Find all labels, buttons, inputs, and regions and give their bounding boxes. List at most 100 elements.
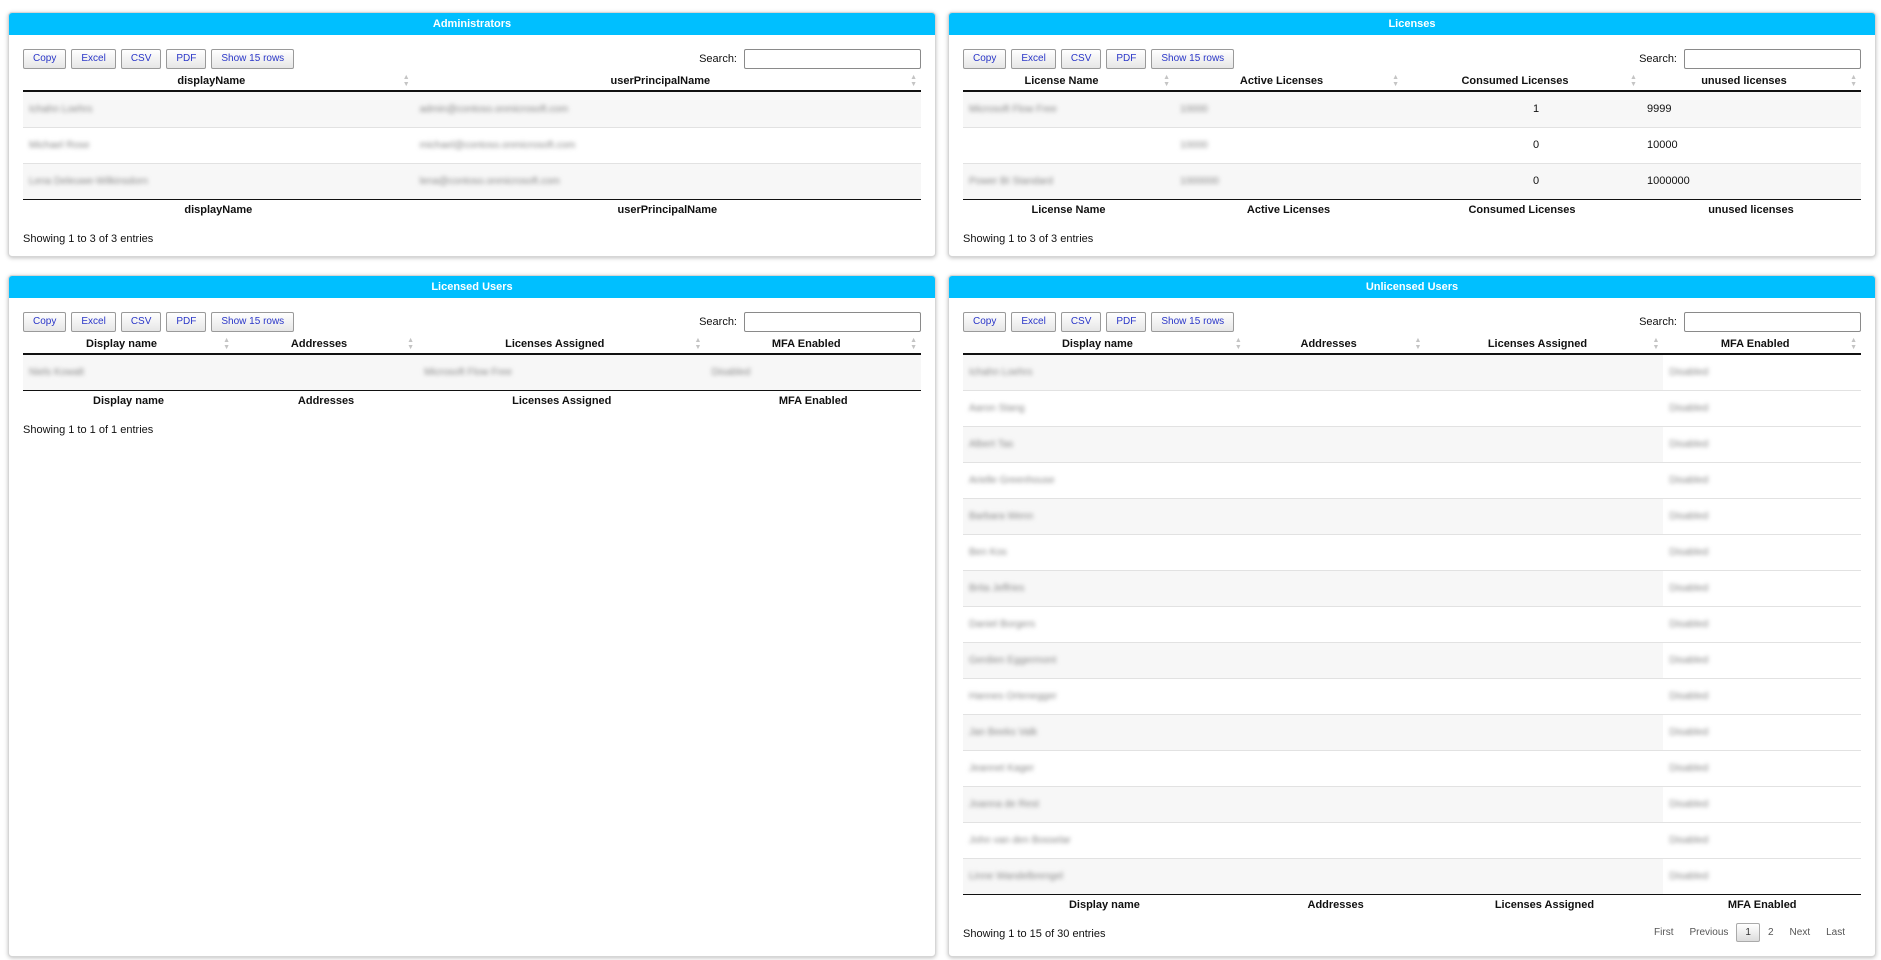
cell-unused-licenses: 10000: [1646, 139, 1678, 151]
column-header[interactable]: Licenses Assigned ▲ ▼: [418, 334, 706, 355]
search-input[interactable]: [744, 49, 921, 69]
csv-button[interactable]: CSV: [1060, 312, 1102, 332]
column-header-label: License Name: [1024, 74, 1099, 87]
sort-icon: ▲ ▼: [407, 337, 415, 351]
search-box: Search:: [699, 49, 921, 69]
first-page-button[interactable]: First: [1646, 924, 1681, 941]
table-row: Power BI Standard 1000000 0 1000000: [963, 162, 1861, 199]
column-header[interactable]: Addresses ▲ ▼: [1245, 334, 1426, 355]
cell-mfa-enabled: Disabled: [1669, 655, 1709, 666]
column-footer: userPrincipalName: [413, 198, 921, 221]
column-header[interactable]: displayName ▲ ▼: [23, 71, 414, 92]
licenses-panel: Licenses Copy Excel CSV PDF Show 15 rows Sea…: [948, 12, 1876, 257]
show-rows-button[interactable]: Show 15 rows: [1151, 49, 1235, 69]
sort-icon: ▲ ▼: [1234, 337, 1242, 351]
excel-button[interactable]: Excel: [1011, 312, 1056, 332]
search-box: Search:: [699, 312, 921, 332]
export-toolbar: Copy Excel CSV PDF Show 15 rows Search:: [23, 49, 921, 69]
table-row: Hannes Ortenegger Disabled: [963, 677, 1861, 714]
previous-page-button[interactable]: Previous: [1682, 924, 1737, 941]
cell-mfa-enabled: Disabled: [1669, 583, 1709, 594]
column-header[interactable]: Active Licenses ▲ ▼: [1174, 71, 1403, 92]
column-footer: MFA Enabled: [705, 389, 921, 412]
copy-button[interactable]: Copy: [963, 312, 1007, 332]
licenses-table: License Name ▲ ▼ Active Licenses ▲ ▼ Consume…: [963, 71, 1861, 221]
cell-display-name: Ichahn Loehrs: [29, 104, 93, 116]
column-header[interactable]: License Name ▲ ▼: [963, 71, 1175, 92]
cell-display-name: Niels Kowalt: [29, 367, 85, 379]
column-header-label: Consumed Licenses: [1461, 74, 1569, 87]
show-rows-button[interactable]: Show 15 rows: [211, 49, 295, 69]
cell-display-name: Jeannet Kager: [969, 763, 1035, 774]
column-header[interactable]: Addresses ▲ ▼: [234, 334, 419, 355]
column-header-label: MFA Enabled: [771, 337, 841, 350]
pdf-button[interactable]: PDF: [166, 49, 207, 69]
search-label: Search:: [1639, 53, 1677, 65]
cell-mfa-enabled: Disabled: [1669, 835, 1709, 846]
column-header[interactable]: Licenses Assigned ▲ ▼: [1425, 334, 1664, 355]
column-header[interactable]: MFA Enabled ▲ ▼: [1663, 334, 1861, 355]
table-info: Showing 1 to 3 of 3 entries: [963, 233, 1094, 245]
column-footer: displayName: [23, 198, 414, 221]
column-header[interactable]: Display name ▲ ▼: [963, 334, 1246, 355]
column-header[interactable]: userPrincipalName ▲ ▼: [413, 71, 921, 92]
last-page-button[interactable]: Last: [1818, 924, 1853, 941]
search-input[interactable]: [1684, 49, 1861, 69]
column-footer: Licenses Assigned: [418, 389, 706, 412]
column-header[interactable]: unused licenses ▲ ▼: [1640, 71, 1861, 92]
cell-display-name: Daniel Borgers: [969, 619, 1036, 630]
table-info: Showing 1 to 1 of 1 entries: [23, 424, 154, 436]
column-header[interactable]: Consumed Licenses ▲ ▼: [1403, 71, 1641, 92]
page-1-button[interactable]: 1: [1736, 923, 1760, 942]
column-header[interactable]: MFA Enabled ▲ ▼: [705, 334, 921, 355]
cell-upn: lena@contoso.onmicrosoft.com: [419, 176, 560, 187]
licensed-users-panel: Licensed Users Copy Excel CSV PDF Show 15 ro…: [8, 275, 936, 957]
cell-mfa-enabled: Disabled: [1669, 547, 1709, 558]
csv-button[interactable]: CSV: [1060, 49, 1102, 69]
panel-title: Administrators: [9, 13, 935, 35]
csv-button[interactable]: CSV: [120, 312, 162, 332]
table-row: Daniel Borgers Disabled: [963, 605, 1861, 642]
copy-button[interactable]: Copy: [23, 312, 67, 332]
panel-title: Licensed Users: [9, 276, 935, 298]
pdf-button[interactable]: PDF: [1106, 49, 1147, 69]
cell-mfa-enabled: Disabled: [1669, 727, 1709, 738]
csv-button[interactable]: CSV: [120, 49, 162, 69]
table-row: Michael Rose michael@contoso.onmicrosoft…: [23, 126, 921, 163]
table-info: Showing 1 to 3 of 3 entries: [23, 233, 154, 245]
column-footer: Display name: [963, 893, 1246, 916]
cell-display-name: Jan Beeks Valk: [969, 727, 1038, 738]
excel-button[interactable]: Excel: [71, 312, 116, 332]
column-footer: Licenses Assigned: [1425, 893, 1664, 916]
column-header-label: Active Licenses: [1239, 74, 1324, 87]
column-header[interactable]: Display name ▲ ▼: [23, 334, 235, 355]
table-row: Brita Jeffries Disabled: [963, 569, 1861, 606]
cell-mfa-enabled: Disabled: [1669, 403, 1709, 414]
pdf-button[interactable]: PDF: [1106, 312, 1147, 332]
column-header-label: Display name: [1061, 337, 1133, 350]
search-box: Search:: [1639, 312, 1861, 332]
excel-button[interactable]: Excel: [71, 49, 116, 69]
search-input[interactable]: [1684, 312, 1861, 332]
table-row: Lena Deleuwe-Wilkinsdorn lena@contoso.on…: [23, 162, 921, 199]
show-rows-button[interactable]: Show 15 rows: [1151, 312, 1235, 332]
cell-mfa-enabled: Disabled: [711, 367, 751, 379]
copy-button[interactable]: Copy: [23, 49, 67, 69]
cell-mfa-enabled: Disabled: [1669, 763, 1709, 774]
sort-icon: ▲ ▼: [1163, 74, 1171, 88]
search-input[interactable]: [744, 312, 921, 332]
table-row: Gerdien Eggermont Disabled: [963, 641, 1861, 678]
pdf-button[interactable]: PDF: [166, 312, 207, 332]
cell-consumed-licenses: 0: [1533, 175, 1540, 187]
page-2-button[interactable]: 2: [1760, 924, 1782, 941]
export-toolbar: Copy Excel CSV PDF Show 15 rows Search:: [23, 312, 921, 332]
show-rows-button[interactable]: Show 15 rows: [211, 312, 295, 332]
sort-icon: ▲ ▼: [223, 337, 231, 351]
excel-button[interactable]: Excel: [1011, 49, 1056, 69]
cell-license-name: Power BI Standard: [969, 176, 1053, 187]
panel-title: Licenses: [949, 13, 1875, 35]
next-page-button[interactable]: Next: [1782, 924, 1819, 941]
cell-display-name: Aaron Stang: [969, 403, 1025, 414]
cell-display-name: Ichahn Loehrs: [969, 367, 1033, 379]
copy-button[interactable]: Copy: [963, 49, 1007, 69]
